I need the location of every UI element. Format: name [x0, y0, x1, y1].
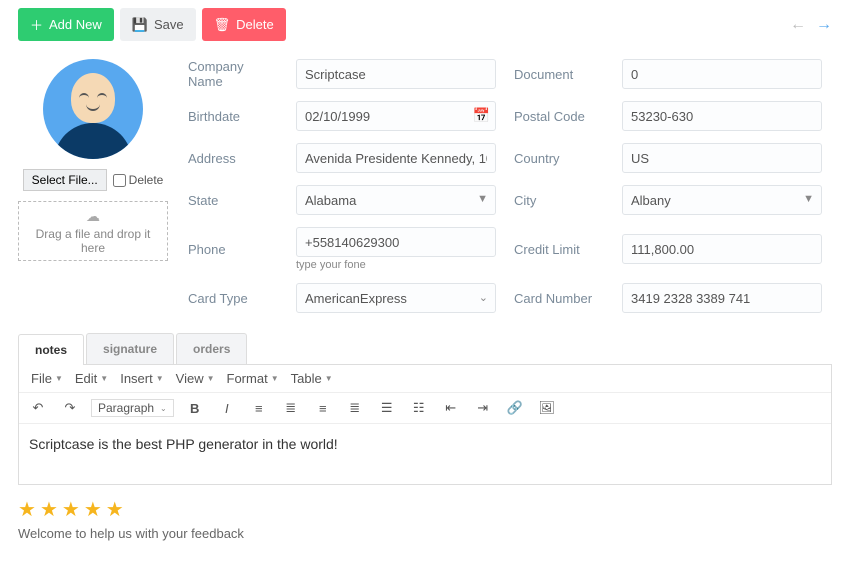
tab-notes[interactable]: notes	[18, 334, 84, 365]
postal-code-field[interactable]	[622, 101, 822, 131]
birthdate-field[interactable]	[296, 101, 496, 131]
chevron-down-icon: ▼	[207, 374, 215, 383]
star-icon[interactable]: ★	[84, 497, 102, 522]
chevron-down-icon: ▼	[55, 374, 63, 383]
tab-signature[interactable]: signature	[86, 333, 174, 364]
outdent-icon[interactable]: ⇤	[440, 397, 462, 419]
chevron-down-icon: ▼	[271, 374, 279, 383]
redo-icon[interactable]: ↷	[59, 397, 81, 419]
menu-table[interactable]: Table▼	[287, 369, 337, 388]
plus-icon: ＋	[30, 15, 43, 34]
toolbar-left: ＋ Add New 💾 Save 🗑 Delete	[18, 8, 286, 41]
label-phone: Phone	[188, 242, 278, 257]
align-left-icon[interactable]: ≡	[248, 397, 270, 419]
star-icon[interactable]: ★	[18, 497, 36, 522]
save-icon: 💾	[132, 17, 148, 33]
link-icon[interactable]: 🔗	[504, 397, 526, 419]
cloud-upload-icon: ☁	[86, 208, 100, 225]
chevron-down-icon: ▼	[325, 374, 333, 383]
star-icon[interactable]: ★	[62, 497, 80, 522]
file-row: Select File... Delete	[23, 169, 164, 191]
card-type-select[interactable]: AmericanExpress	[296, 283, 496, 313]
label-credit-limit: Credit Limit	[514, 242, 604, 257]
avatar	[43, 59, 143, 159]
delete-file-checkbox[interactable]: Delete	[113, 173, 164, 187]
tabs-section: notes signature orders File▼ Edit▼ Inser…	[0, 333, 850, 561]
tabs: notes signature orders	[18, 333, 832, 364]
card-number-field[interactable]	[622, 283, 822, 313]
phone-hint: type your fone	[296, 259, 496, 271]
dropzone-label: Drag a file and drop it here	[25, 227, 161, 255]
rich-text-editor: File▼ Edit▼ Insert▼ View▼ Format▼ Table▼…	[18, 364, 832, 485]
tab-orders[interactable]: orders	[176, 333, 247, 364]
save-button[interactable]: 💾 Save	[120, 8, 196, 41]
profile-column: Select File... Delete ☁ Drag a file and …	[18, 59, 168, 313]
top-toolbar: ＋ Add New 💾 Save 🗑 Delete ← →	[0, 0, 850, 49]
align-right-icon[interactable]: ≡	[312, 397, 334, 419]
editor-toolbar: ↶ ↷ Paragraph⌄ B I ≡ ≣ ≡ ≣ ☰ ☷ ⇤ ⇥ 🔗 🖼	[19, 393, 831, 424]
label-city: City	[514, 193, 604, 208]
trash-icon: 🗑	[214, 17, 231, 33]
star-icon[interactable]: ★	[106, 497, 124, 522]
chevron-down-icon: ⌄	[160, 404, 167, 413]
add-new-button[interactable]: ＋ Add New	[18, 8, 114, 41]
align-justify-icon[interactable]: ≣	[344, 397, 366, 419]
delete-file-input[interactable]	[113, 174, 126, 187]
editor-menu-bar: File▼ Edit▼ Insert▼ View▼ Format▼ Table▼	[19, 365, 831, 393]
number-list-icon[interactable]: ☷	[408, 397, 430, 419]
italic-icon[interactable]: I	[216, 397, 238, 419]
menu-view[interactable]: View▼	[172, 369, 219, 388]
menu-insert[interactable]: Insert▼	[116, 369, 167, 388]
chevron-down-icon: ▼	[100, 374, 108, 383]
label-address: Address	[188, 151, 278, 166]
save-label: Save	[154, 17, 184, 32]
document-field[interactable]	[622, 59, 822, 89]
delete-button[interactable]: 🗑 Delete	[202, 8, 286, 41]
label-company-name: Company Name	[188, 59, 278, 89]
main-area: Select File... Delete ☁ Drag a file and …	[0, 49, 850, 333]
feedback-text: Welcome to help us with your feedback	[18, 526, 832, 541]
delete-label: Delete	[236, 17, 274, 32]
prev-arrow-icon[interactable]: ←	[790, 16, 806, 34]
star-icon[interactable]: ★	[40, 497, 58, 522]
menu-format[interactable]: Format▼	[223, 369, 283, 388]
align-center-icon[interactable]: ≣	[280, 397, 302, 419]
label-state: State	[188, 193, 278, 208]
label-country: Country	[514, 151, 604, 166]
bullet-list-icon[interactable]: ☰	[376, 397, 398, 419]
chevron-down-icon: ▼	[156, 374, 164, 383]
select-file-button[interactable]: Select File...	[23, 169, 107, 191]
file-dropzone[interactable]: ☁ Drag a file and drop it here	[18, 201, 168, 261]
add-new-label: Add New	[49, 17, 102, 32]
editor-content[interactable]: Scriptcase is the best PHP generator in …	[19, 424, 831, 484]
calendar-icon[interactable]: 📅	[473, 107, 490, 124]
paragraph-select[interactable]: Paragraph⌄	[91, 399, 174, 417]
label-postal-code: Postal Code	[514, 109, 604, 124]
credit-limit-field[interactable]	[622, 234, 822, 264]
nav-arrows: ← →	[790, 16, 832, 34]
label-birthdate: Birthdate	[188, 109, 278, 124]
country-field[interactable]	[622, 143, 822, 173]
form-grid: Company Name Document Birthdate 📅 Postal…	[188, 59, 832, 313]
bold-icon[interactable]: B	[184, 397, 206, 419]
undo-icon[interactable]: ↶	[27, 397, 49, 419]
label-document: Document	[514, 67, 604, 82]
delete-file-label: Delete	[129, 173, 164, 187]
city-select[interactable]: Albany	[622, 185, 822, 215]
menu-file[interactable]: File▼	[27, 369, 67, 388]
rating-stars[interactable]: ★ ★ ★ ★ ★	[18, 485, 832, 526]
label-card-type: Card Type	[188, 291, 278, 306]
next-arrow-icon[interactable]: →	[816, 16, 832, 34]
menu-edit[interactable]: Edit▼	[71, 369, 112, 388]
indent-icon[interactable]: ⇥	[472, 397, 494, 419]
label-card-number: Card Number	[514, 291, 604, 306]
phone-field[interactable]	[296, 227, 496, 257]
state-select[interactable]: Alabama	[296, 185, 496, 215]
address-field[interactable]	[296, 143, 496, 173]
company-name-field[interactable]	[296, 59, 496, 89]
image-icon[interactable]: 🖼	[536, 397, 558, 419]
